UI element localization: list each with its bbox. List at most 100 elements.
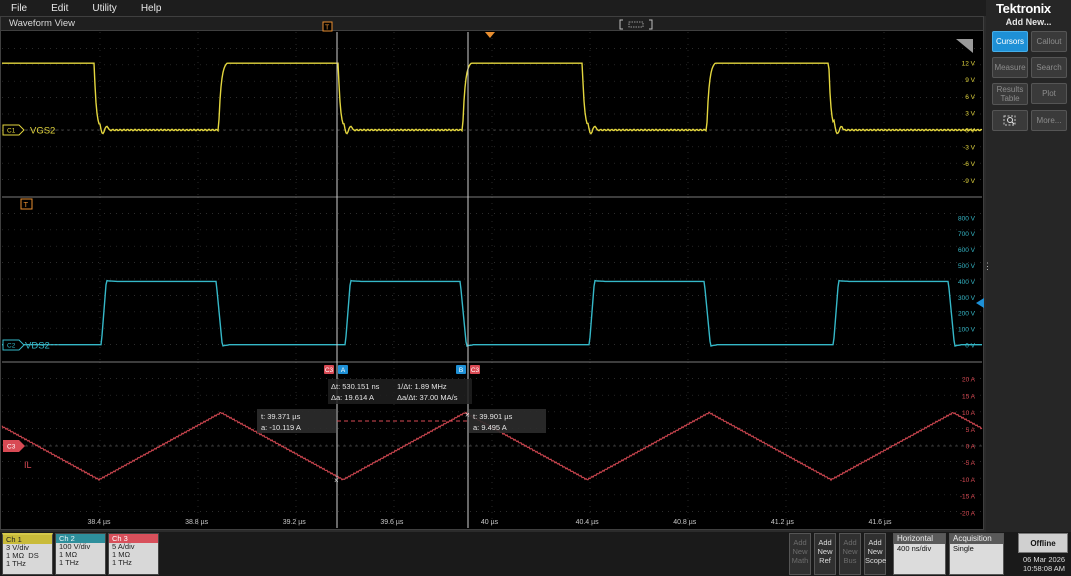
c3-marker-label: C3 — [7, 444, 16, 451]
menu-utility[interactable]: Utility — [81, 3, 129, 14]
add-new-bus-button[interactable]: Add New Bus — [839, 533, 861, 575]
time-axis-label: 41.2 µs — [771, 519, 795, 526]
cursor-b-amplitude: a: 9.495 A — [473, 423, 507, 432]
ch2-axis-label: 100 V — [958, 327, 976, 334]
ch1-bandwidth: 1 THz — [6, 559, 26, 568]
time-axis-label: 40 µs — [481, 519, 499, 526]
horizontal-title: Horizontal — [894, 534, 945, 544]
delta-amplitude: Δa: 19.614 A — [331, 393, 374, 402]
c2-name-label: VDS2 — [25, 341, 50, 352]
menu-help[interactable]: Help — [130, 3, 175, 14]
ch2-badge[interactable]: Ch 2 100 V/div 1 MΩ 1 THz — [55, 533, 106, 575]
ch3-axis-label: 10 A — [962, 410, 976, 417]
c1-marker-label: C1 — [7, 128, 16, 135]
waveform-display[interactable]: 12 V 9 V 6 V 3 V 0 V -3 V -6 V -9 V 800 V 700 V 60… — [1, 17, 985, 531]
trigger-level-label: T — [24, 200, 29, 209]
ch1-axis-label: 0 V — [965, 128, 975, 135]
cursors-button[interactable]: Cursors — [992, 31, 1028, 52]
delta-time: Δt: 530.151 ns — [331, 382, 380, 391]
zoom-button[interactable] — [992, 110, 1028, 131]
c2-marker-label: C2 — [7, 343, 16, 350]
menu-bar: File Edit Utility Help — [0, 0, 986, 16]
callout-button[interactable]: Callout — [1031, 31, 1067, 52]
delta-slope: Δa/Δt: 37.00 MA/s — [397, 393, 458, 402]
ch2-axis-label: 800 V — [958, 215, 976, 222]
ch2-axis-label: 500 V — [958, 263, 976, 270]
ch3-axis-label: 5 A — [966, 427, 976, 434]
plot-button[interactable]: Plot — [1031, 83, 1067, 104]
horizontal-scale: 400 ns/div — [897, 544, 932, 553]
time-axis-label: 39.2 µs — [283, 519, 307, 526]
trigger-position-label: T — [325, 25, 330, 32]
time-axis-label: 38.8 µs — [185, 519, 209, 526]
date: 06 Mar 2026 — [1022, 555, 1066, 564]
panel-grip-handle[interactable]: ⋮ — [983, 262, 992, 278]
ch2-axis-label: 0 V — [965, 343, 975, 350]
search-button[interactable]: Search — [1031, 57, 1067, 78]
menu-edit[interactable]: Edit — [40, 3, 81, 14]
ch3-axis-label: -15 A — [960, 494, 976, 501]
acquisition-badge[interactable]: Acquisition Single — [949, 533, 1004, 575]
ch2-axis-label: 700 V — [958, 231, 976, 238]
ch2-axis-label: 300 V — [958, 295, 976, 302]
ch3-axis-label: 20 A — [962, 377, 976, 384]
right-panel: Tektronix Add New... Cursors Callout Mea… — [983, 0, 1071, 532]
horizontal-badge[interactable]: Horizontal 400 ns/div — [893, 533, 946, 575]
graticule — [2, 32, 982, 528]
add-new-scope-button[interactable]: Add New Scope — [864, 533, 886, 575]
ch3-axis-label: -20 A — [960, 510, 976, 517]
acquisition-mode: Single — [953, 544, 974, 553]
record-view-window — [628, 21, 644, 28]
settings-bar: Ch 1 3 V/div 1 MΩ DS 1 THz Ch 2 100 V/di… — [0, 532, 1071, 576]
ch1-badge[interactable]: Ch 1 3 V/div 1 MΩ DS 1 THz — [2, 533, 53, 575]
more-button[interactable]: More... — [1031, 110, 1067, 131]
cursor-b-intersection: × — [465, 410, 470, 419]
tektronix-logo: Tektronix — [996, 1, 1051, 16]
time-axis-label: 40.8 µs — [673, 519, 697, 526]
time-axis-label: 38.4 µs — [87, 519, 111, 526]
ch2-bandwidth: 1 THz — [59, 558, 79, 567]
cursor-a-amplitude: a: -10.119 A — [261, 423, 301, 432]
ch3-bandwidth: 1 THz — [112, 558, 132, 567]
ch1-axis-label: 3 V — [965, 111, 975, 118]
inverse-delta-time: 1/Δt: 1.89 MHz — [397, 382, 447, 391]
time-axis-label: 40.4 µs — [576, 519, 600, 526]
measure-button[interactable]: Measure — [992, 57, 1028, 78]
time: 10:58:08 AM — [1022, 564, 1066, 573]
ch1-axis-label: -3 V — [963, 144, 976, 151]
cursor-b-channel-tag: C3 — [471, 367, 480, 374]
cursor-a-tag: A — [341, 367, 346, 374]
add-new-math-button[interactable]: Add New Math — [789, 533, 811, 575]
add-new-title: Add New... — [1005, 17, 1052, 27]
ch1-axis-label: -9 V — [963, 178, 976, 185]
c3-name-label: IL — [24, 460, 32, 470]
c1-name-label: VGS2 — [30, 126, 55, 137]
cursor-a-time: t: 39.371 µs — [261, 412, 301, 421]
cursor-a-intersection: × — [334, 476, 339, 485]
ch3-axis-label: -5 A — [963, 460, 975, 467]
cursor-a-channel-tag: C3 — [325, 367, 334, 374]
results-table-button[interactable]: Results Table — [992, 83, 1028, 105]
menu-file[interactable]: File — [0, 3, 40, 14]
waveform-view[interactable]: Waveform View 12 V9 V6 V3 V0 V -3 V -6 V -9… — [0, 16, 984, 530]
zoom-icon — [1003, 115, 1016, 125]
ch3-axis-label: 0 A — [966, 444, 976, 451]
offline-status-button[interactable]: Offline — [1018, 533, 1068, 553]
cursor-b-time: t: 39.901 µs — [473, 412, 513, 421]
ch1-axis-label: -6 V — [963, 161, 976, 168]
add-new-ref-button[interactable]: Add New Ref — [814, 533, 836, 575]
ch1-axis-label: 9 V — [965, 77, 975, 84]
ch2-axis-label: 200 V — [958, 311, 976, 318]
acquisition-title: Acquisition — [950, 534, 1003, 544]
time-axis-label: 41.6 µs — [868, 519, 892, 526]
ch2-axis-label: 400 V — [958, 279, 976, 286]
ch1-axis-label: 6 V — [965, 94, 975, 101]
time-axis-label: 39.6 µs — [380, 519, 404, 526]
cursor-b-tag: B — [459, 367, 463, 374]
date-time: 06 Mar 2026 10:58:08 AM — [1018, 555, 1070, 573]
ch3-axis-label: -10 A — [960, 477, 976, 484]
ch3-axis-label: 15 A — [962, 393, 976, 400]
ch1-extra: DS — [28, 551, 39, 560]
ch3-badge[interactable]: Ch 3 5 A/div 1 MΩ 1 THz — [108, 533, 159, 575]
ch1-axis-label: 12 V — [962, 60, 976, 67]
